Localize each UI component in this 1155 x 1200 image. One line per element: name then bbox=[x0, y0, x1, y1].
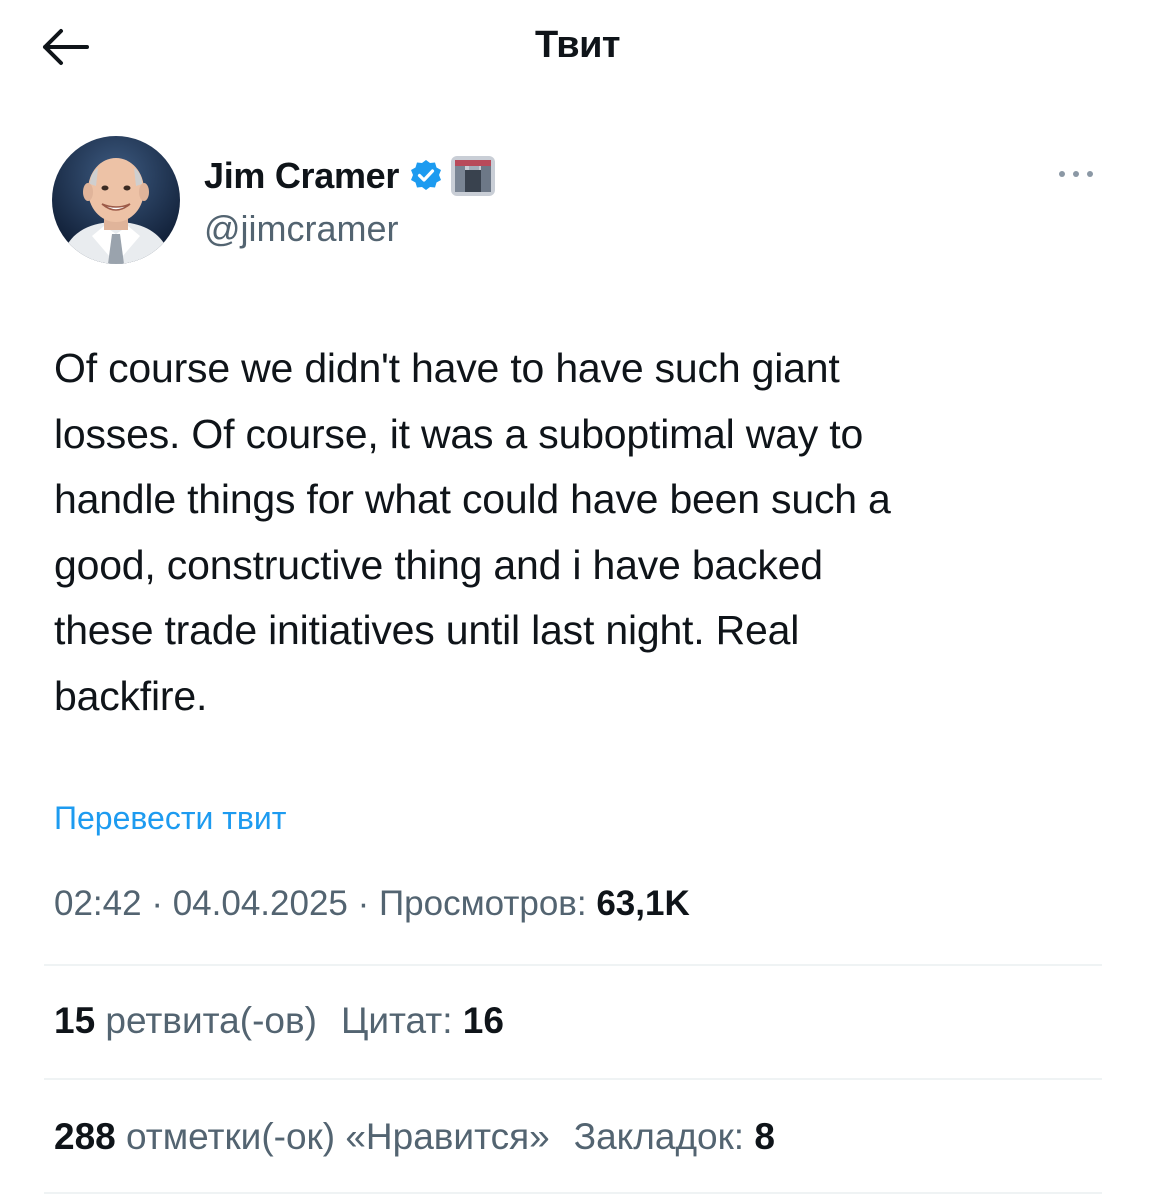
stats-row-retweets: 15 ретвита(-ов) Цитат: 16 bbox=[54, 1000, 528, 1042]
avatar-image bbox=[52, 136, 180, 264]
author-name[interactable]: Jim Cramer bbox=[204, 155, 399, 197]
avatar[interactable] bbox=[52, 136, 180, 264]
retweets-count: 15 bbox=[54, 1000, 96, 1041]
meta-separator: · bbox=[141, 884, 173, 923]
retweets-label: ретвита(-ов) bbox=[95, 1000, 317, 1041]
divider bbox=[44, 1192, 1102, 1194]
divider bbox=[44, 964, 1102, 966]
page-title: Твит bbox=[534, 24, 621, 66]
divider bbox=[44, 1078, 1102, 1080]
more-horizontal-icon bbox=[1059, 171, 1093, 177]
quotes-count: 16 bbox=[462, 1000, 504, 1041]
bookmarks-stat[interactable]: Закладок: 8 bbox=[574, 1116, 775, 1158]
views-label: Просмотров: bbox=[378, 884, 597, 923]
tweet-time[interactable]: 02:42 bbox=[54, 884, 142, 923]
likes-count: 288 bbox=[54, 1116, 116, 1157]
bookmarks-count: 8 bbox=[754, 1116, 775, 1157]
quotes-stat[interactable]: Цитат: 16 bbox=[341, 1000, 504, 1042]
bookmarks-label: Закладок: bbox=[573, 1116, 755, 1157]
verified-badge-icon bbox=[411, 160, 442, 190]
affiliate-logo-icon bbox=[451, 156, 496, 196]
author-handle[interactable]: @jimcramer bbox=[204, 208, 399, 250]
tweet-meta: 02:42 · 04.04.2025 · Просмотров: 63,1K bbox=[54, 884, 690, 924]
quotes-label: Цитат: bbox=[340, 1000, 463, 1041]
more-options-button[interactable] bbox=[1054, 162, 1098, 186]
views-count: 63,1K bbox=[596, 884, 690, 923]
translate-tweet-link[interactable]: Перевести твит bbox=[54, 800, 286, 837]
affiliate-badge-icon[interactable] bbox=[451, 156, 496, 196]
stats-row-likes: 288 отметки(-ок) «Нравится» Закладок: 8 bbox=[54, 1116, 799, 1158]
likes-label: отметки(-ок) «Нравится» bbox=[115, 1116, 550, 1157]
retweets-stat[interactable]: 15 ретвита(-ов) bbox=[54, 1000, 317, 1042]
tweet-date[interactable]: 04.04.2025 bbox=[173, 884, 348, 923]
author-name-row: Jim Cramer bbox=[204, 154, 496, 198]
tweet-text: Of course we didn't have to have such gi… bbox=[54, 345, 891, 719]
author-block: Jim Cramer @jimcramer bbox=[52, 136, 1112, 266]
meta-separator: · bbox=[347, 884, 379, 923]
top-bar: Твит bbox=[0, 0, 1155, 100]
likes-stat[interactable]: 288 отметки(-ок) «Нравится» bbox=[54, 1116, 550, 1158]
